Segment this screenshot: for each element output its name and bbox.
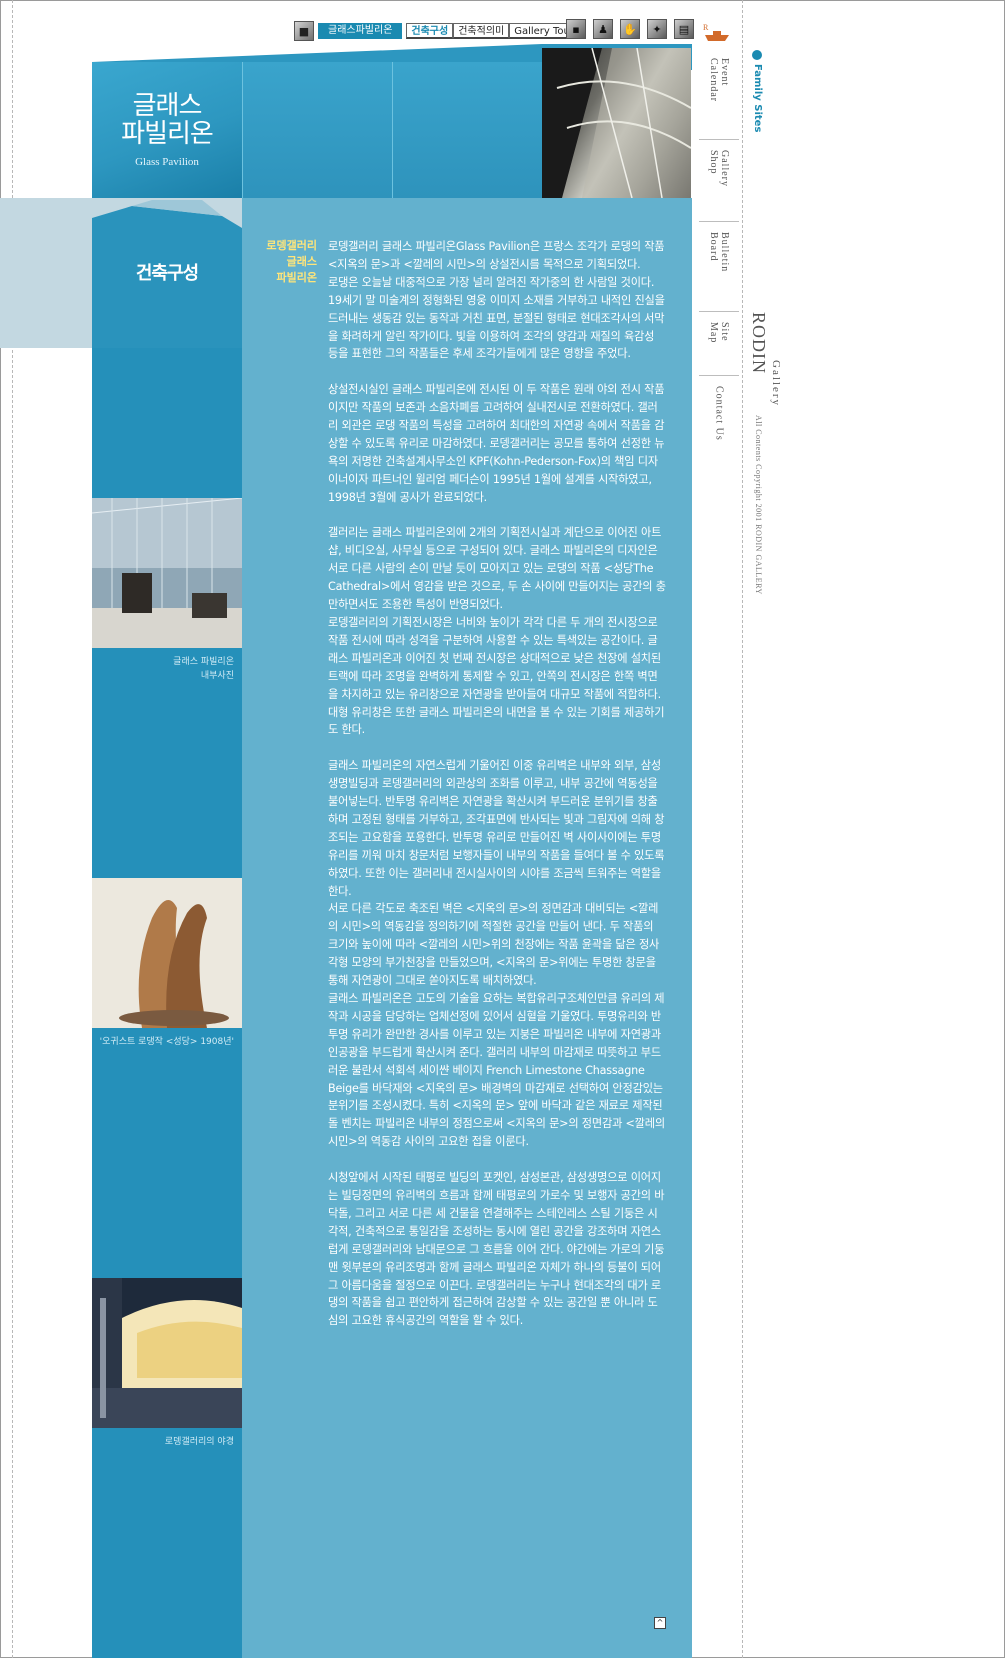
menu-item-gallery-shop[interactable]: Gallery Shop [699, 140, 739, 222]
logo-title: 글래스 파빌리온 [121, 91, 214, 149]
guide-line [742, 0, 743, 1658]
header-photo [542, 48, 691, 198]
paragraph: 서로 다른 각도로 축조된 벽은 <지옥의 문>의 정면감과 대비되는 <깔레의… [328, 902, 660, 988]
body-text: 로뎅갤러리 글래스 파빌리온Glass Pavilion은 프랑스 조각가 로댕… [328, 238, 666, 1330]
rodin-logo: RODIN [749, 312, 769, 374]
home-thumb-icon[interactable]: ■ [294, 21, 314, 41]
paragraph: 갤러리는 글래스 파빌리온외에 2개의 기획전시실과 계단으로 이어진 아트 샵… [328, 526, 666, 612]
header-block [392, 62, 542, 198]
paragraph: 글래스 파빌리온은 고도의 기술을 요하는 복합유리구조체인만큼 유리의 제작과… [328, 992, 665, 1149]
menu-item-bulletin-board[interactable]: Bulletin Board [699, 222, 739, 312]
header-block [242, 62, 392, 198]
menu-label: Event Calendar [708, 58, 730, 103]
hand-icon[interactable]: ✋ [620, 19, 640, 39]
paragraph: 로뎅갤러리의 기획전시장은 너비와 높이가 각각 다른 두 개의 전시장으로 작… [328, 616, 665, 737]
paragraph: 상설전시실인 글래스 파빌리온에 전시된 이 두 작품은 원래 야외 전시 작품… [328, 383, 665, 504]
photo-caption: '오귀스트 로댕작 <성당> 1908년' [99, 1037, 234, 1047]
menu-label: Gallery Shop [708, 150, 730, 187]
header-logo-block[interactable]: 글래스 파빌리온 Glass Pavilion [92, 62, 242, 198]
body-label: 로뎅갤러리 글래스 파빌리온 [266, 239, 317, 284]
menu-label: Site Map [708, 322, 730, 344]
gallery-icon[interactable]: ▤ [674, 19, 694, 39]
logo-subtitle: Glass Pavilion [135, 156, 199, 168]
tab-meaning[interactable]: 건축적의미 [453, 23, 510, 39]
svg-text:R: R [703, 23, 709, 32]
section-title: 건축구성 [135, 263, 199, 284]
menu-item-event-calendar[interactable]: Event Calendar [699, 48, 739, 140]
cathedral-photo [92, 878, 242, 1028]
menu-label: Contact Us [713, 386, 725, 441]
rodin-logo-sub: Gallery [770, 360, 782, 407]
paragraph: 로뎅갤러리 글래스 파빌리온Glass Pavilion은 프랑스 조각가 로댕… [328, 240, 665, 271]
figure-icon[interactable]: ♟ [593, 19, 613, 39]
family-sites-icon[interactable] [752, 50, 762, 60]
menu-label: Bulletin Board [708, 232, 730, 273]
photo-caption: 글래스 파빌리온 내부사진 [173, 657, 234, 681]
copyright-text: All Contents Copyright 2001 RODIN GALLER… [754, 415, 763, 595]
sculpture-icon[interactable]: ✦ [647, 19, 667, 39]
menu-item-site-map[interactable]: Site Map [699, 312, 739, 376]
paragraph: 글래스 파빌리온의 자연스럽게 기울어진 이중 유리벽은 내부와 외부, 삼성생… [328, 759, 665, 898]
paragraph: 시청앞에서 시작된 태평로 빌딩의 포켓인, 삼성본관, 삼성생명으로 이어지는… [328, 1171, 665, 1328]
photo-caption: 로뎅갤러리의 야경 [164, 1437, 234, 1447]
family-sites-link[interactable]: Family Sites [752, 64, 763, 132]
menu-item-contact-us[interactable]: Contact Us [699, 376, 739, 456]
photo-icon[interactable]: ▪ [566, 19, 586, 39]
tab-architecture[interactable]: 건축구성 [406, 23, 454, 39]
scroll-top-button[interactable]: ^ [654, 1617, 666, 1629]
nav-icon-group: ▪ ♟ ✋ ✦ ▤ [566, 19, 701, 39]
interior-photo [92, 498, 242, 648]
nav-current-section[interactable]: 글래스파빌리온 [318, 23, 403, 39]
paragraph: 로댕은 오늘날 대중적으로 가장 널리 알려진 작가중의 한 사람일 것이다. … [328, 275, 665, 361]
right-vertical-menu: Event Calendar Gallery Shop Bulletin Boa… [699, 48, 739, 456]
rodin-home-icon[interactable]: R [703, 22, 731, 42]
top-nav: ■ 글래스파빌리온 건축구성 건축적의미 Gallery Tour [294, 20, 579, 42]
night-view-photo [92, 1278, 242, 1428]
